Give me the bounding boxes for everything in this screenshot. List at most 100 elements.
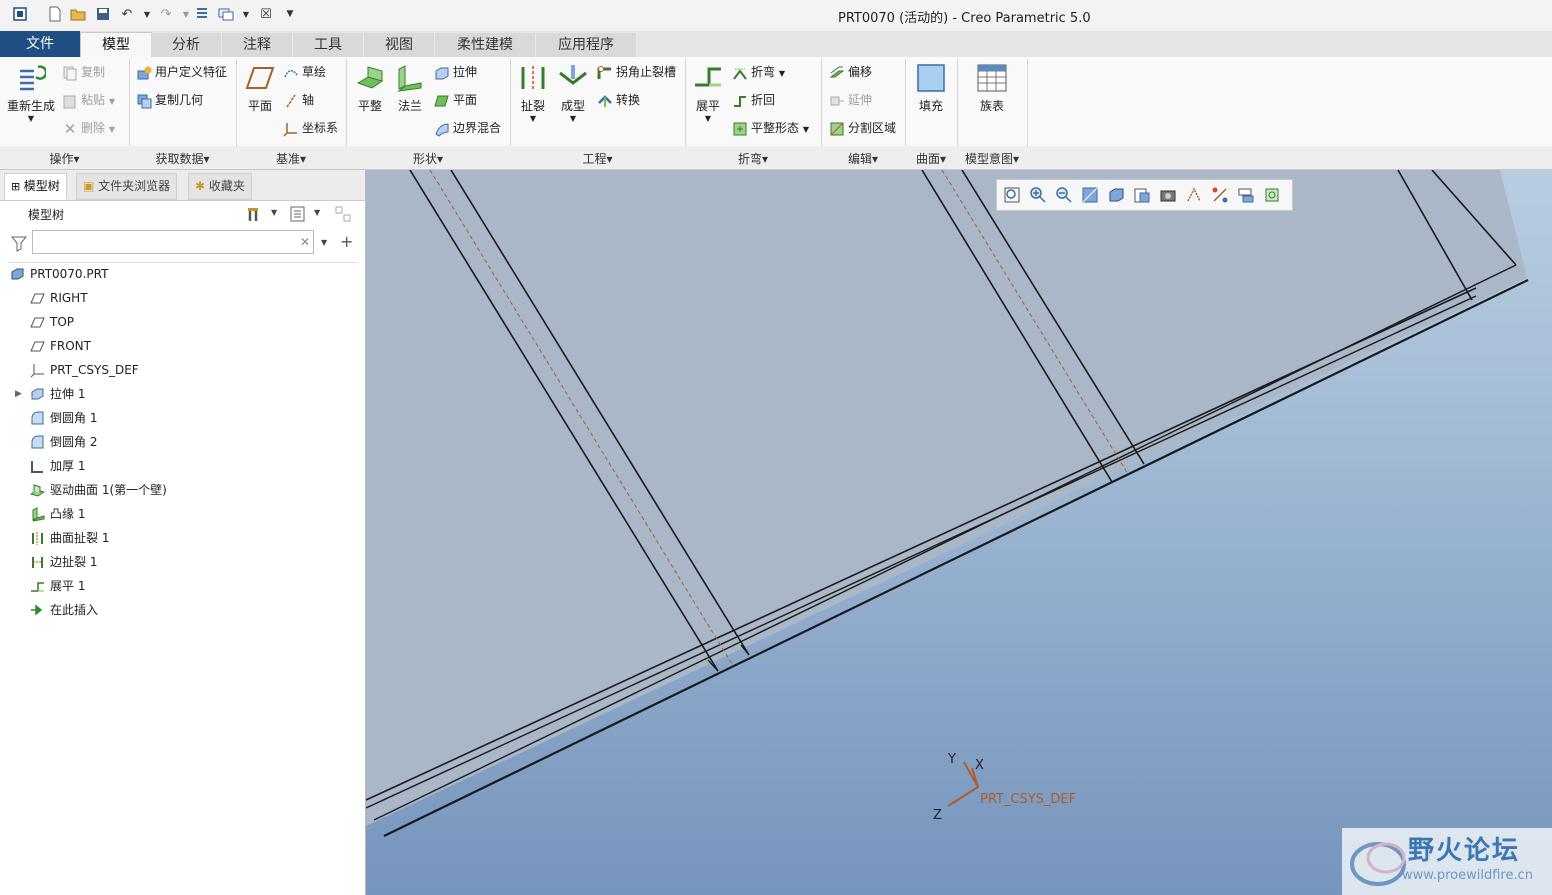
extrude-button[interactable]: 拉伸 <box>434 63 477 81</box>
tree-search-input[interactable] <box>32 230 314 254</box>
tree-item[interactable]: PRT0070.PRT <box>10 263 108 285</box>
tree-show-icon[interactable] <box>289 205 307 223</box>
tree-filters-icon[interactable] <box>334 205 352 223</box>
bend-button[interactable]: 折弯 ▼ <box>732 63 785 81</box>
undo-icon[interactable]: ↶ <box>119 6 135 22</box>
datum-plane-button[interactable]: 平面 <box>240 63 280 114</box>
open-folder-icon[interactable] <box>70 6 86 22</box>
tree-item[interactable]: PRT_CSYS_DEF <box>30 359 139 381</box>
new-file-icon[interactable] <box>47 6 63 22</box>
expand-arrow-icon[interactable]: ▶ <box>15 383 22 405</box>
offset-button[interactable]: 偏移 <box>829 63 872 81</box>
tree-item[interactable]: 驱动曲面 1(第一个壁) <box>29 479 167 501</box>
tab-applications[interactable]: 应用程序 <box>536 33 637 57</box>
planar-button[interactable]: 平面 <box>434 91 477 109</box>
tab-model-tree[interactable]: ⊞ 模型树 <box>4 173 67 200</box>
extend-button[interactable]: 延伸 <box>829 91 872 109</box>
tab-flexible-modeling[interactable]: 柔性建模 <box>435 33 536 57</box>
group-shapes[interactable]: 形状▾ <box>346 150 510 167</box>
tab-annotate[interactable]: 注释 <box>222 33 293 57</box>
tab-tools[interactable]: 工具 <box>293 33 364 57</box>
zoom-in-icon[interactable] <box>1029 186 1047 204</box>
group-datum[interactable]: 基准▾ <box>236 150 346 167</box>
convert-button[interactable]: 转换 <box>597 91 640 109</box>
copy-geometry-button[interactable]: 复制几何 <box>136 91 203 109</box>
windows-icon[interactable] <box>218 6 234 22</box>
tree-item[interactable]: 曲面扯裂 1 <box>30 527 109 549</box>
tree-item[interactable]: 倒圆角 2 <box>30 431 97 453</box>
search-dropdown-icon[interactable]: ▼ <box>321 238 327 247</box>
spin-center-icon[interactable] <box>1263 186 1281 204</box>
rip-button[interactable]: 扯裂 ▼ <box>514 63 552 123</box>
copy-button[interactable]: 复制 <box>62 63 105 81</box>
customize-toolbar-icon[interactable]: ▼ <box>282 6 298 22</box>
redo-icon[interactable]: ↷ <box>158 6 174 22</box>
flat-pattern-button[interactable]: 平整形态 ▼ <box>732 119 809 137</box>
graphics-viewport[interactable] <box>366 170 1552 895</box>
regenerate-button[interactable]: 重新生成 ▼ <box>4 63 58 123</box>
group-bends[interactable]: 折弯▾ <box>685 150 821 167</box>
tree-settings-icon[interactable] <box>246 205 264 223</box>
favorites-icon: ✱ <box>195 179 209 193</box>
tree-item[interactable]: 边扯裂 1 <box>30 551 97 573</box>
family-table-button[interactable]: 族表 <box>968 63 1016 114</box>
undo-dropdown-icon[interactable]: ▼ <box>139 6 155 22</box>
corner-relief-button[interactable]: 拐角止裂槽 <box>597 63 676 81</box>
group-surfaces[interactable]: 曲面▾ <box>905 150 957 167</box>
regenerate-small-icon[interactable] <box>194 6 210 22</box>
round-icon <box>30 435 45 450</box>
tab-folder-browser[interactable]: ▣ 文件夹浏览器 <box>76 173 178 200</box>
tab-favorites[interactable]: ✱ 收藏夹 <box>188 173 252 200</box>
zoom-out-icon[interactable] <box>1055 186 1073 204</box>
delete-button[interactable]: ✕ 删除 ▼ <box>62 119 115 137</box>
add-filter-icon[interactable]: + <box>340 232 353 251</box>
display-style-icon[interactable] <box>1107 186 1125 204</box>
tab-analysis[interactable]: 分析 <box>151 33 222 57</box>
tree-item[interactable]: 展平 1 <box>30 575 85 597</box>
sketch-button[interactable]: 草绘 <box>283 63 326 81</box>
group-engineering[interactable]: 工程▾ <box>510 150 685 167</box>
user-defined-feature-button[interactable]: 用户定义特征 <box>136 63 227 81</box>
paste-button[interactable]: 粘贴 ▼ <box>62 91 115 109</box>
unbend-button[interactable]: 展平 ▼ <box>690 63 726 123</box>
tree-show-dropdown-icon[interactable]: ▼ <box>314 208 320 217</box>
save-icon[interactable] <box>95 6 111 22</box>
close-window-icon[interactable]: ☒ <box>258 6 274 22</box>
windows-dropdown-icon[interactable]: ▼ <box>238 6 254 22</box>
group-operations[interactable]: 操作▾ <box>0 150 129 167</box>
tree-item[interactable]: ▶ 拉伸 1 <box>15 383 85 405</box>
tree-item[interactable]: 加厚 1 <box>30 455 85 477</box>
tree-item[interactable]: FRONT <box>30 335 91 357</box>
fill-button[interactable]: 填充 <box>912 63 950 114</box>
coordinate-system-button[interactable]: 坐标系 <box>283 119 338 137</box>
app-icon[interactable] <box>12 6 28 22</box>
axis-button[interactable]: 轴 <box>283 91 314 109</box>
clear-search-icon[interactable]: ✕ <box>300 235 310 249</box>
tree-item[interactable]: TOP <box>30 311 74 333</box>
split-area-button[interactable]: 分割区域 <box>829 119 896 137</box>
tree-item[interactable]: 凸缘 1 <box>30 503 85 525</box>
tree-item[interactable]: RIGHT <box>30 287 88 309</box>
tree-item[interactable]: 在此插入 <box>30 599 98 621</box>
redo-dropdown-icon[interactable]: ▼ <box>178 6 194 22</box>
boundary-blend-button[interactable]: 边界混合 <box>434 119 501 137</box>
group-editing[interactable]: 编辑▾ <box>821 150 905 167</box>
tab-model[interactable]: 模型 <box>80 32 152 59</box>
form-button[interactable]: 成型 ▼ <box>554 63 592 123</box>
repaint-icon[interactable] <box>1081 186 1099 204</box>
flange-wall-button[interactable]: 法兰 <box>392 63 428 114</box>
annotation-display-icon[interactable] <box>1237 186 1255 204</box>
perspective-icon[interactable] <box>1185 186 1203 204</box>
group-model-intent[interactable]: 模型意图▾ <box>957 150 1027 167</box>
tree-item[interactable]: 倒圆角 1 <box>30 407 97 429</box>
saved-orientations-icon[interactable] <box>1133 186 1151 204</box>
view-manager-icon[interactable] <box>1159 186 1177 204</box>
group-get-data[interactable]: 获取数据▾ <box>129 150 236 167</box>
tab-file[interactable]: 文件 <box>0 31 81 57</box>
datum-display-filters-icon[interactable] <box>1211 186 1229 204</box>
refit-icon[interactable] <box>1003 186 1021 204</box>
tab-view[interactable]: 视图 <box>364 33 435 57</box>
tree-settings-dropdown-icon[interactable]: ▼ <box>271 208 277 217</box>
flat-wall-button[interactable]: 平整 <box>352 63 388 114</box>
bend-back-button[interactable]: 折回 <box>732 91 775 109</box>
